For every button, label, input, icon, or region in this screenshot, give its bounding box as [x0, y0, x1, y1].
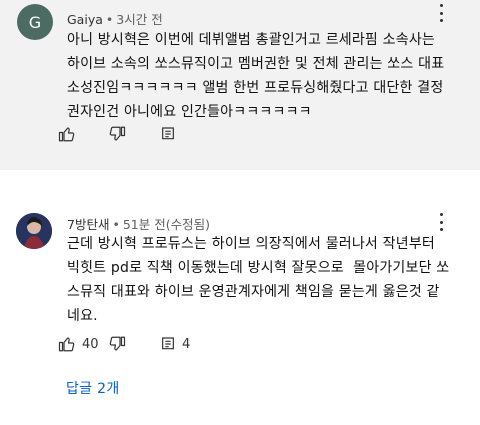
- comment-highlighted: G Gaiya • 3시간 전 아니 방시혁은 이번에 데뷔앨범 총괄인거고 르세라…: [0, 0, 480, 170]
- kebab-menu-icon[interactable]: [436, 4, 446, 22]
- comment-line: 스뮤직 대표와 하이브 운영관계자에게 책임을 묻는게 옳은것 같: [67, 284, 440, 300]
- comment-author[interactable]: Gaiya: [67, 12, 103, 27]
- separator-dot: •: [105, 12, 114, 27]
- comment-line: 빅힛트 pd로 직책 이동했는데 방시혁 잘못으로 몰아가기보단 쏘: [67, 260, 450, 276]
- thumbs-down-icon: [109, 336, 126, 351]
- reply-count: 4: [182, 336, 191, 352]
- dislike-button[interactable]: [108, 332, 160, 356]
- comment-time[interactable]: 3시간 전: [116, 12, 162, 27]
- thumbs-down-icon: [109, 126, 126, 141]
- like-button[interactable]: [58, 122, 108, 146]
- comment-time[interactable]: 51분 전: [123, 217, 166, 232]
- comment-icon: [162, 337, 174, 350]
- comment-line: 하이브 소속의 쏘스뮤직이고 멤버권한 및 전체 관리는 쏘스 대표: [67, 56, 445, 72]
- avatar-image: [16, 213, 52, 249]
- comment-icon: [162, 127, 174, 140]
- comment-line: 근데 방시혁 프로듀스는 하이브 의장직에서 물러나서 작년부터: [67, 236, 435, 252]
- thumbs-up-icon: [58, 127, 75, 142]
- comment-line: 네요.: [67, 308, 98, 324]
- avatar[interactable]: G: [17, 4, 53, 40]
- like-count: 40: [82, 336, 99, 352]
- comment-meta: Gaiya • 3시간 전: [67, 9, 163, 28]
- kebab-menu-icon[interactable]: [436, 213, 446, 231]
- reply-button[interactable]: 4: [160, 332, 190, 356]
- comment-text: 아니 방시혁은 이번에 데뷔앨범 총괄인거고 르세라핌 소속사는하이브 소속의 …: [67, 28, 467, 124]
- comment-meta: 7방탄새 • 51분 전(수정됨): [67, 214, 210, 233]
- comment-line: 소성진임ㅋㅋㅋㅋㅋㅋ 앨범 한번 프로듀싱해줬다고 대단한 결정: [67, 80, 444, 96]
- reply-button[interactable]: [160, 122, 176, 146]
- comment-text: 근데 방시혁 프로듀스는 하이브 의장직에서 물러나서 작년부터빅힛트 pd로 …: [67, 232, 467, 328]
- edited-label: (수정됨): [165, 217, 210, 232]
- comment-actions: [58, 122, 176, 146]
- avatar-letter: G: [28, 12, 42, 32]
- comment-line: 아니 방시혁은 이번에 데뷔앨범 총괄인거고 르세라핌 소속사는: [67, 32, 435, 48]
- separator-dot: •: [112, 217, 120, 232]
- avatar[interactable]: [16, 213, 52, 249]
- comment-line: 권자인건 아니에요 인간들아ㅋㅋㅋㅋㅋㅋ: [67, 104, 312, 120]
- comment: 7방탄새 • 51분 전(수정됨) 근데 방시혁 프로듀스는 하이브 의장직에서 물…: [0, 200, 480, 425]
- dislike-button[interactable]: [108, 122, 160, 146]
- comment-actions: 40 4: [58, 332, 190, 356]
- view-replies-link[interactable]: 답글 2개: [66, 378, 120, 398]
- like-button[interactable]: 40: [58, 332, 108, 356]
- thumbs-up-icon: [58, 337, 75, 352]
- comment-author[interactable]: 7방탄새: [67, 217, 109, 232]
